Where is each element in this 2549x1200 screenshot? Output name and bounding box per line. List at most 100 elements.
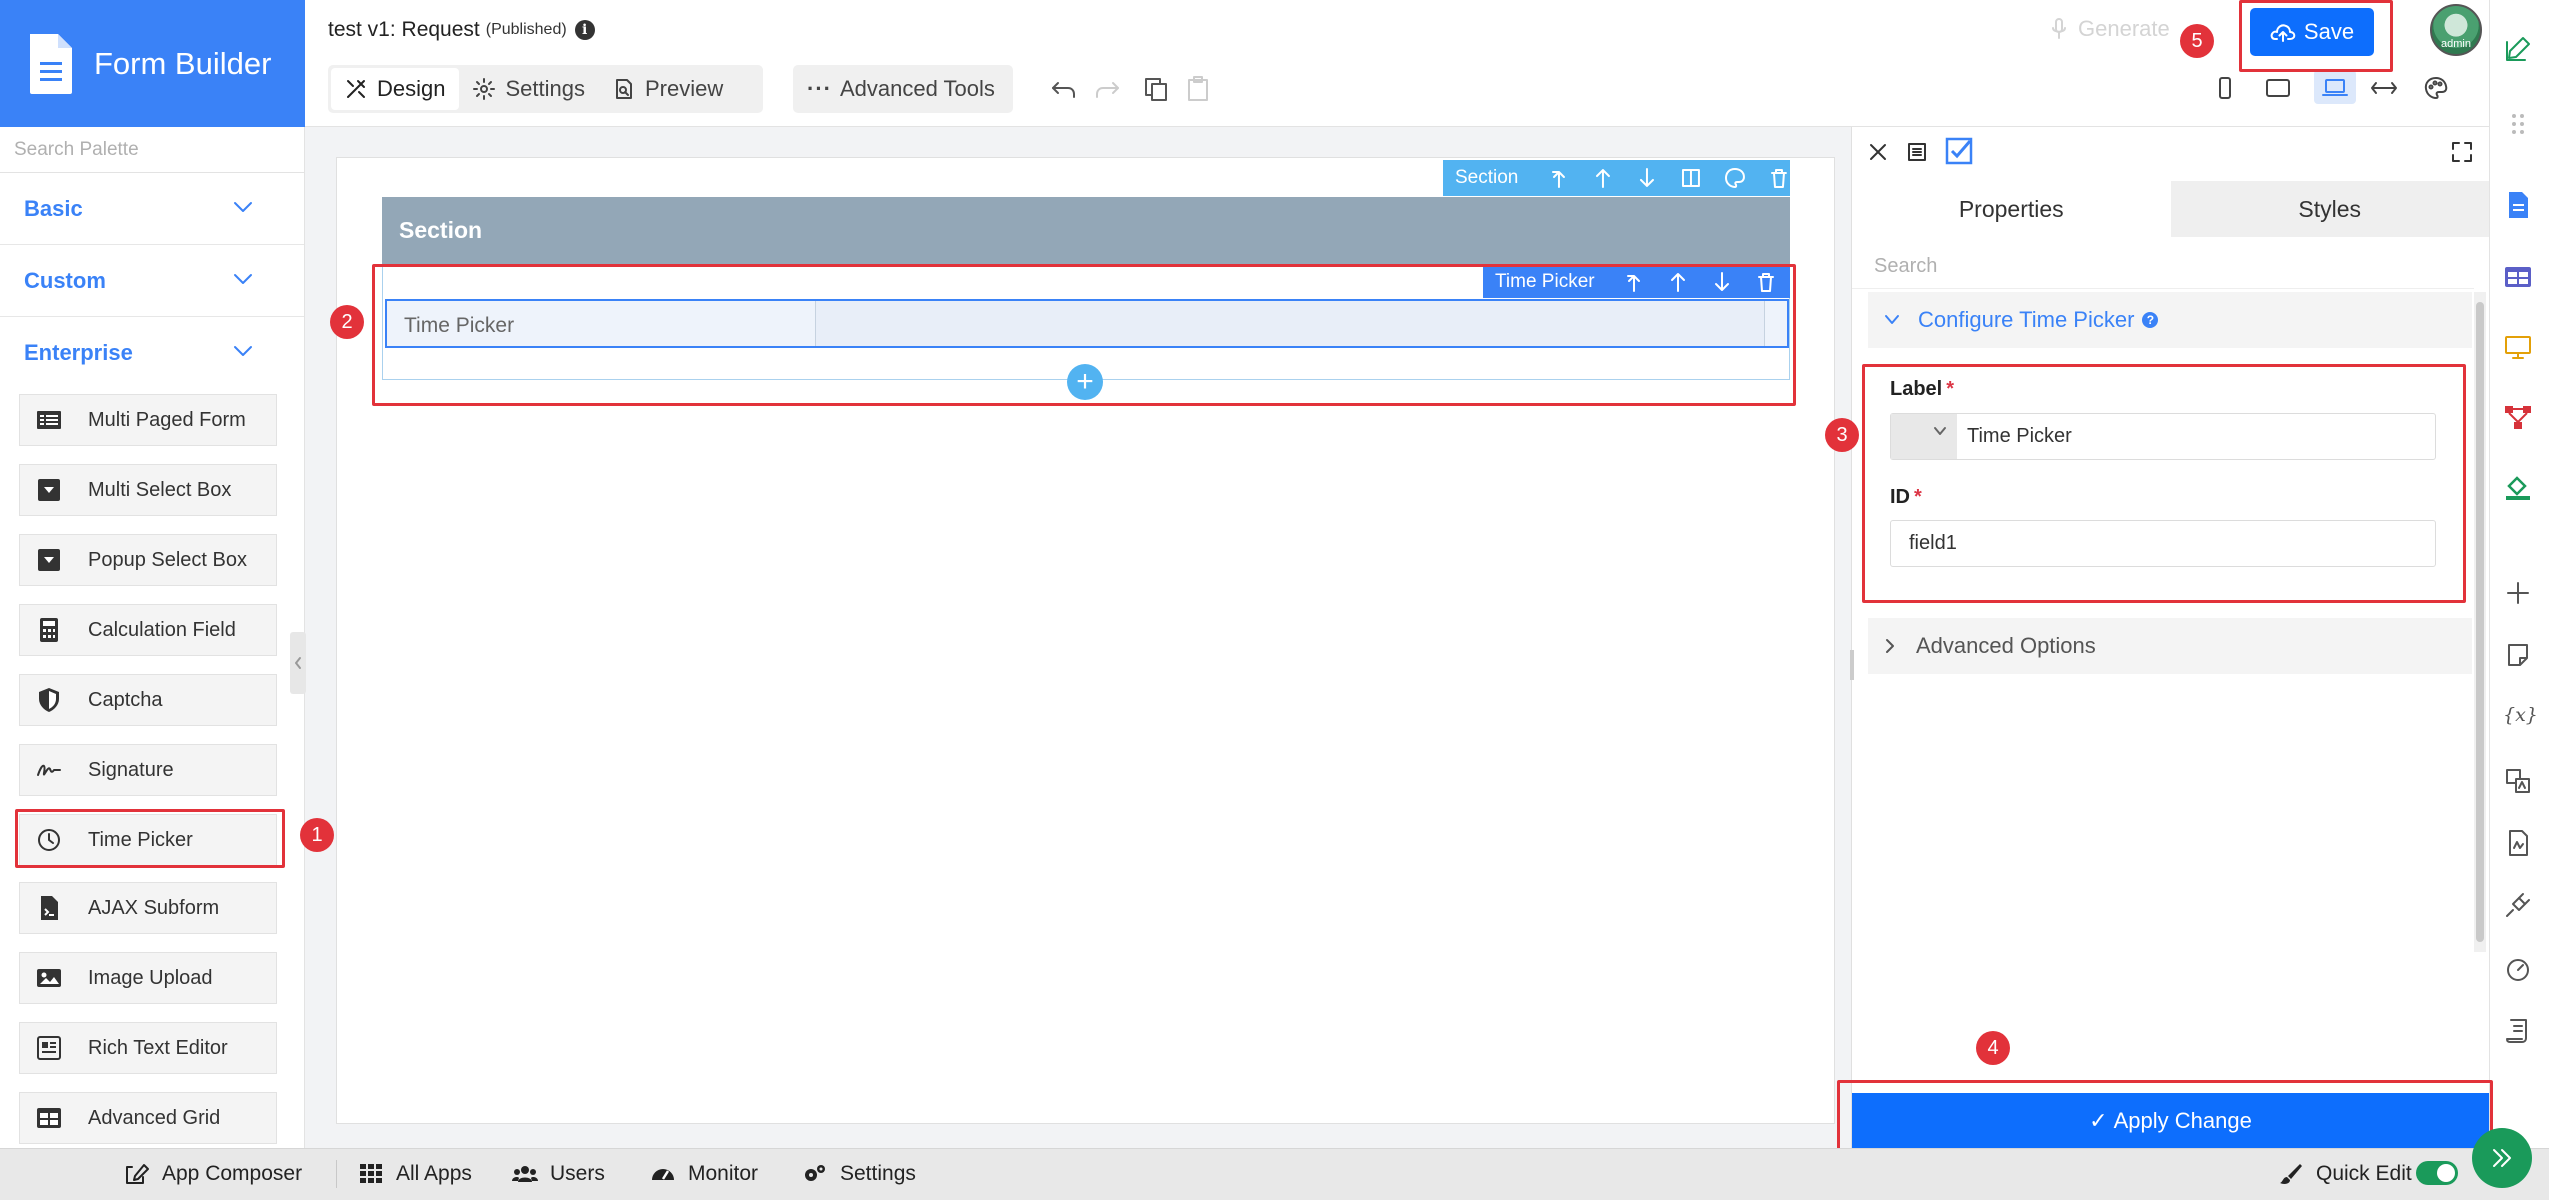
paste-icon[interactable] <box>1184 75 1212 103</box>
trash-icon[interactable] <box>1768 167 1790 189</box>
close-icon[interactable] <box>1866 140 1890 164</box>
quick-edit-toggle[interactable] <box>2416 1161 2458 1185</box>
chevron-down-icon <box>234 274 252 284</box>
arrow-down-icon[interactable] <box>1711 271 1733 293</box>
bottom-monitor[interactable]: Monitor <box>650 1158 758 1190</box>
full-width-icon[interactable] <box>2369 75 2399 101</box>
palette-category-basic[interactable]: Basic <box>0 173 304 245</box>
note-icon[interactable] <box>2503 640 2533 670</box>
help-icon[interactable]: ? <box>2142 312 2159 328</box>
quick-edit-label-wrap: Quick Edit <box>2278 1158 2412 1190</box>
palette-item-multi-select-box[interactable]: Multi Select Box <box>19 464 277 516</box>
calculator-icon <box>40 618 58 642</box>
palette-item-label: Rich Text Editor <box>88 1036 228 1059</box>
mobile-view-icon[interactable] <box>2212 75 2238 101</box>
panel-resize-handle[interactable] <box>1850 650 1854 680</box>
check-icon: ✓ <box>2089 1107 2108 1133</box>
advanced-options-label: Advanced Options <box>1916 633 2096 658</box>
advanced-options-header[interactable]: Advanced Options <box>1868 618 2472 674</box>
performance-gauge-icon[interactable] <box>2503 954 2533 984</box>
mode-tabs: Design Settings Preview <box>328 65 763 113</box>
translate-icon[interactable] <box>2503 766 2533 796</box>
copy-icon[interactable] <box>1142 75 1170 103</box>
paint-bucket-icon[interactable] <box>2503 472 2533 502</box>
add-icon[interactable] <box>2503 578 2533 608</box>
script-icon[interactable] <box>2503 1016 2533 1046</box>
file-pdf-icon[interactable] <box>2503 828 2533 858</box>
process-flow-icon[interactable] <box>2503 402 2533 432</box>
avatar[interactable]: admin <box>2430 4 2482 56</box>
id-field-label: ID * <box>1890 486 1922 509</box>
move-top-icon[interactable] <box>1623 271 1645 293</box>
palette-category-enterprise[interactable]: Enterprise <box>0 317 304 389</box>
configure-section-header[interactable]: Configure Time Picker ? <box>1868 292 2472 348</box>
add-field-button[interactable]: + <box>1067 364 1103 400</box>
bottom-users[interactable]: Users <box>512 1158 605 1190</box>
info-icon[interactable]: i <box>574 20 595 40</box>
palette-item-rich-text-editor[interactable]: Rich Text Editor <box>19 1022 277 1074</box>
checkbox-checked-icon[interactable] <box>1944 136 1974 166</box>
palette-item-advanced-grid[interactable]: Advanced Grid <box>19 1092 277 1144</box>
plugin-icon[interactable] <box>2503 890 2533 920</box>
palette-item-label: Captcha <box>88 688 163 711</box>
bottom-settings[interactable]: Settings <box>802 1158 916 1190</box>
datalist-table-icon[interactable] <box>2503 262 2533 292</box>
form-doc-icon[interactable] <box>2503 190 2533 220</box>
trash-icon[interactable] <box>1755 271 1777 293</box>
label-input[interactable] <box>1957 414 2435 459</box>
laptop-view-icon[interactable] <box>2321 75 2349 101</box>
field-label: Time Picker <box>404 314 515 337</box>
columns-icon[interactable] <box>1680 167 1702 189</box>
form-title: test v1: Request <box>328 18 480 41</box>
clock-icon <box>38 829 60 851</box>
palette-item-captcha[interactable]: Captcha <box>19 674 277 726</box>
undo-icon[interactable] <box>1050 75 1078 103</box>
palette-item-signature[interactable]: Signature <box>19 744 277 796</box>
edit-icon[interactable] <box>2503 34 2533 64</box>
tab-styles[interactable]: Styles <box>2170 181 2489 237</box>
palette-item-ajax-subform[interactable]: AJAX Subform <box>19 882 277 934</box>
properties-search-input[interactable] <box>1852 245 2474 289</box>
palette-category-custom[interactable]: Custom <box>0 245 304 317</box>
generate-button[interactable]: Generate <box>2050 16 2170 42</box>
palette-item-image-upload[interactable]: Image Upload <box>19 952 277 1004</box>
properties-scrollbar[interactable] <box>2474 292 2486 952</box>
ellipsis-icon: ··· <box>807 76 832 101</box>
palette-search-input[interactable] <box>0 127 304 173</box>
expand-icon[interactable] <box>2450 140 2474 164</box>
tab-settings[interactable]: Settings <box>459 68 599 110</box>
palette-item-calculation-field[interactable]: Calculation Field <box>19 604 277 656</box>
drag-handle-icon[interactable] <box>2503 110 2533 140</box>
advanced-tools-button[interactable]: ··· Advanced Tools <box>793 65 1013 113</box>
properties-tabs: Properties Styles <box>1852 181 2489 237</box>
arrow-up-icon[interactable] <box>1592 167 1614 189</box>
save-button[interactable]: Save <box>2250 8 2374 56</box>
move-top-icon[interactable] <box>1548 167 1570 189</box>
arrow-down-icon[interactable] <box>1636 167 1658 189</box>
bottom-all-apps[interactable]: All Apps <box>358 1158 472 1190</box>
palette-item-popup-select-box[interactable]: Popup Select Box <box>19 534 277 586</box>
style-palette-icon[interactable] <box>1724 167 1746 189</box>
section-header[interactable]: Section <box>382 197 1790 264</box>
tab-preview[interactable]: Preview <box>599 68 737 110</box>
palette-item-time-picker[interactable]: Time Picker <box>19 814 277 866</box>
tablet-view-icon[interactable] <box>2264 75 2292 101</box>
panel-list-icon[interactable] <box>1905 140 1929 164</box>
dropdown-box-icon <box>38 549 60 571</box>
redo-icon[interactable] <box>1093 75 1121 103</box>
palette-item-multi-paged-form[interactable]: Multi Paged Form <box>19 394 277 446</box>
language-select[interactable] <box>1891 414 1957 459</box>
userview-monitor-icon[interactable] <box>2503 332 2533 362</box>
apply-change-button[interactable]: ✓ Apply Change <box>1852 1093 2489 1148</box>
save-label: Save <box>2303 19 2355 44</box>
tab-design[interactable]: Design <box>331 68 460 110</box>
tab-properties[interactable]: Properties <box>1852 181 2171 237</box>
arrow-up-icon[interactable] <box>1667 271 1689 293</box>
app-title: test v1: Request (Published) i <box>328 18 595 42</box>
variable-icon[interactable]: {x} <box>2503 700 2538 730</box>
floating-action-button[interactable] <box>2472 1128 2532 1188</box>
bottom-app-composer[interactable]: App Composer <box>124 1158 302 1190</box>
theme-palette-icon[interactable] <box>2423 75 2449 101</box>
id-input[interactable] <box>1891 521 2431 566</box>
palette-collapse-handle[interactable] <box>290 632 306 694</box>
